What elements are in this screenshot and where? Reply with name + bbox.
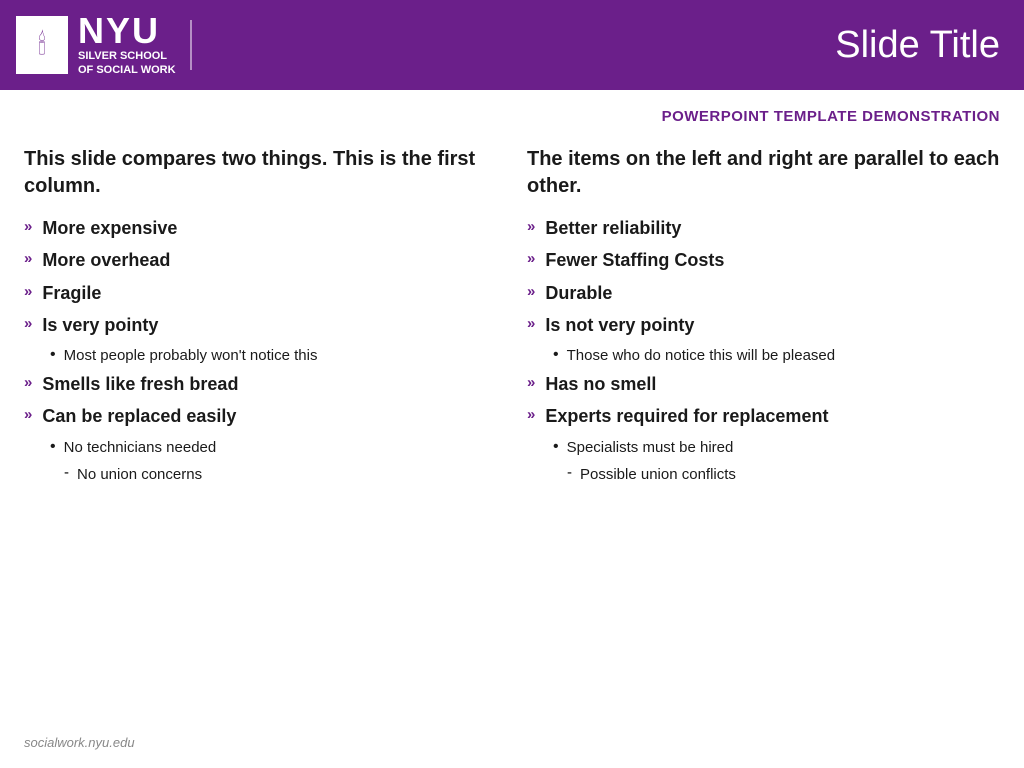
bullet-icon: • — [50, 438, 56, 456]
subtitle-label: POWERPOINT TEMPLATE DEMONSTRATION — [662, 108, 1000, 125]
slide-title: Slide Title — [835, 24, 1000, 67]
dash-icon: - — [64, 464, 69, 481]
sub-list: • Most people probably won't notice this — [50, 345, 497, 366]
main-content: This slide compares two things. This is … — [0, 136, 1024, 491]
school-line1: SILVER SCHOOL — [78, 49, 176, 63]
sub-list: • Specialists must be hired — [553, 437, 1000, 458]
item-text: Has no smell — [545, 372, 656, 396]
sub-list: • Those who do notice this will be pleas… — [553, 345, 1000, 366]
footer-url: socialwork.nyu.edu — [24, 735, 135, 750]
subtitle-bar: POWERPOINT TEMPLATE DEMONSTRATION — [0, 90, 1024, 136]
item-text: More overhead — [42, 248, 170, 272]
bullet-icon: • — [553, 438, 559, 456]
item-text: Is very pointy — [42, 313, 158, 337]
torch-icon: 🕯 — [38, 29, 46, 62]
list-item: » Fragile — [24, 281, 497, 305]
bullet-icon: • — [50, 346, 56, 364]
item-text: Fragile — [42, 281, 101, 305]
list-item: » Durable — [527, 281, 1000, 305]
school-line2: OF SOCIAL WORK — [78, 63, 176, 77]
item-text: Smells like fresh bread — [42, 372, 238, 396]
chevron-icon: » — [527, 250, 535, 267]
chevron-icon: » — [24, 315, 32, 332]
dash-item: - No union concerns — [64, 464, 497, 485]
chevron-icon: » — [527, 218, 535, 235]
sub-item: • Specialists must be hired — [553, 437, 1000, 458]
list-item: » Is very pointy — [24, 313, 497, 337]
chevron-icon: » — [24, 218, 32, 235]
sub-text: Most people probably won't notice this — [64, 345, 318, 366]
dash-text: No union concerns — [77, 464, 202, 485]
list-item: » Has no smell — [527, 372, 1000, 396]
dash-list: - No union concerns — [64, 464, 497, 485]
sub-text: No technicians needed — [64, 437, 217, 458]
logo-area: 🕯 NYU SILVER SCHOOL OF SOCIAL WORK — [16, 13, 196, 78]
list-item: » More expensive — [24, 216, 497, 240]
item-text: Durable — [545, 281, 612, 305]
list-item: » Can be replaced easily — [24, 404, 497, 428]
item-text: Fewer Staffing Costs — [545, 248, 724, 272]
sub-item: • No technicians needed — [50, 437, 497, 458]
chevron-icon: » — [24, 250, 32, 267]
dash-text: Possible union conflicts — [580, 464, 736, 485]
item-text: More expensive — [42, 216, 177, 240]
item-text: Better reliability — [545, 216, 681, 240]
sub-item: • Most people probably won't notice this — [50, 345, 497, 366]
sub-item: • Those who do notice this will be pleas… — [553, 345, 1000, 366]
chevron-icon: » — [527, 315, 535, 332]
list-item: » Smells like fresh bread — [24, 372, 497, 396]
list-item: » Better reliability — [527, 216, 1000, 240]
nyu-logo: NYU — [78, 13, 176, 49]
logo-divider — [190, 20, 192, 70]
right-column: The items on the left and right are para… — [527, 146, 1000, 491]
item-text: Experts required for replacement — [545, 404, 828, 428]
dash-icon: - — [567, 464, 572, 481]
dash-item: - Possible union conflicts — [567, 464, 1000, 485]
right-column-heading: The items on the left and right are para… — [527, 146, 1000, 200]
chevron-icon: » — [24, 374, 32, 391]
sub-list: • No technicians needed — [50, 437, 497, 458]
item-text: Is not very pointy — [545, 313, 694, 337]
list-item: » Experts required for replacement — [527, 404, 1000, 428]
bullet-icon: • — [553, 346, 559, 364]
sub-text: Specialists must be hired — [567, 437, 734, 458]
logo-box: 🕯 — [16, 16, 68, 74]
list-item: » Fewer Staffing Costs — [527, 248, 1000, 272]
list-item: » Is not very pointy — [527, 313, 1000, 337]
chevron-icon: » — [24, 406, 32, 423]
left-column-heading: This slide compares two things. This is … — [24, 146, 497, 200]
item-text: Can be replaced easily — [42, 404, 236, 428]
chevron-icon: » — [24, 283, 32, 300]
dash-list: - Possible union conflicts — [567, 464, 1000, 485]
chevron-icon: » — [527, 406, 535, 423]
list-item: » More overhead — [24, 248, 497, 272]
logo-text: NYU SILVER SCHOOL OF SOCIAL WORK — [78, 13, 176, 78]
chevron-icon: » — [527, 374, 535, 391]
footer: socialwork.nyu.edu — [24, 734, 135, 752]
header: 🕯 NYU SILVER SCHOOL OF SOCIAL WORK Slide… — [0, 0, 1024, 90]
left-column: This slide compares two things. This is … — [24, 146, 497, 491]
sub-text: Those who do notice this will be pleased — [567, 345, 836, 366]
chevron-icon: » — [527, 283, 535, 300]
